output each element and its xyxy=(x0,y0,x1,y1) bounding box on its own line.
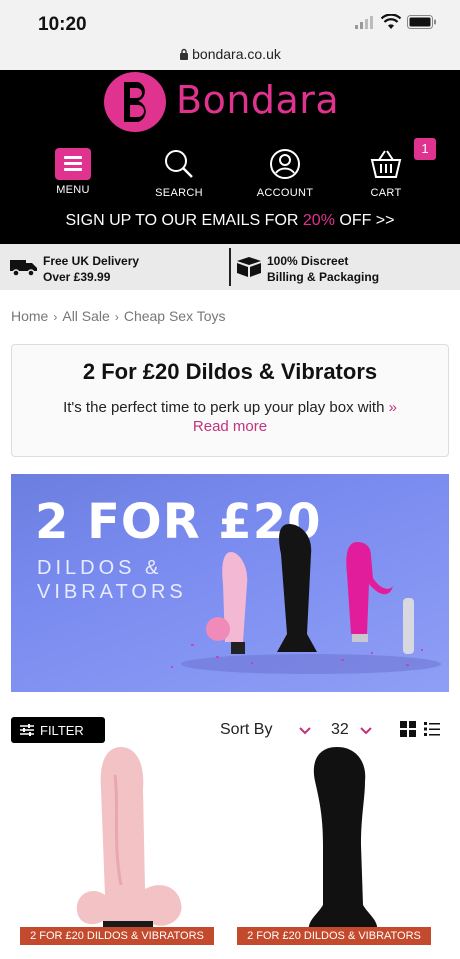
delivery-line2: Over £39.99 xyxy=(43,270,111,284)
address-bar[interactable]: bondara.co.uk xyxy=(0,44,460,70)
menu-label: MENU xyxy=(56,184,90,196)
breadcrumb: Home › All Sale › Cheap Sex Toys xyxy=(11,308,226,324)
account-label: ACCOUNT xyxy=(256,187,314,199)
brand-name[interactable]: Bondara xyxy=(176,78,339,122)
bondara-logo-icon[interactable] xyxy=(102,70,168,134)
signup-percent: 20% xyxy=(302,212,335,229)
usp-divider xyxy=(229,248,231,286)
email-signup-link[interactable]: SIGN UP TO OUR EMAILS FOR 20% OFF >> xyxy=(0,212,460,230)
wifi-icon xyxy=(381,14,401,29)
status-bar: 10:20 xyxy=(0,0,460,44)
usp-strip: Free UK Delivery Over £39.99 100% Discre… xyxy=(0,244,460,290)
chevron-right-icon: » xyxy=(388,399,397,416)
url-text: bondara.co.uk xyxy=(192,46,281,62)
grid-view-icon[interactable] xyxy=(400,721,416,737)
chevron-down-icon[interactable] xyxy=(298,723,312,737)
category-intro-box: 2 For £20 Dildos & Vibrators It's the pe… xyxy=(11,344,449,457)
discreet-line1: 100% Discreet xyxy=(267,254,349,268)
sort-by-select[interactable]: Sort By xyxy=(220,721,272,739)
read-more-link[interactable]: Read more xyxy=(12,418,448,435)
breadcrumb-home[interactable]: Home xyxy=(11,308,48,324)
cart-count-badge[interactable]: 1 xyxy=(414,138,436,160)
banner-products-image xyxy=(171,524,441,674)
intro-text: It's the perfect time to perk up your pl… xyxy=(63,399,397,416)
listing-toolbar: FILTER Sort By 32 xyxy=(0,716,460,746)
signup-text: SIGN UP TO OUR EMAILS FOR xyxy=(65,212,303,229)
breadcrumb-current: Cheap Sex Toys xyxy=(123,308,226,324)
delivery-truck-icon xyxy=(10,260,37,277)
filter-label: FILTER xyxy=(40,723,84,738)
product-offer-tag: 2 FOR £20 DILDOS & VIBRATORS xyxy=(20,927,214,945)
filter-button[interactable]: FILTER xyxy=(11,717,105,743)
sliders-icon xyxy=(20,724,34,736)
package-icon xyxy=(237,257,261,277)
chevron-down-icon[interactable] xyxy=(359,723,373,737)
menu-button[interactable]: MENU xyxy=(33,148,113,196)
signup-arrow-text: OFF >> xyxy=(334,212,395,229)
lock-icon xyxy=(180,48,189,60)
breadcrumb-all-sale[interactable]: All Sale xyxy=(62,308,109,324)
per-page-select[interactable]: 32 xyxy=(331,721,349,739)
discreet-billing-text: 100% Discreet Billing & Packaging xyxy=(267,253,379,285)
discreet-line2: Billing & Packaging xyxy=(267,270,380,284)
free-delivery-text: Free UK Delivery Over £39.99 xyxy=(43,253,139,285)
search-label: SEARCH xyxy=(155,187,203,199)
status-time: 10:20 xyxy=(38,14,87,35)
account-button[interactable]: ACCOUNT xyxy=(245,148,325,199)
site-header: Bondara MENU SEARCH ACCOUNT CART 1 SIGN … xyxy=(0,70,460,244)
signal-icon xyxy=(355,16,373,29)
hamburger-icon xyxy=(55,148,91,180)
list-view-icon[interactable] xyxy=(424,721,440,737)
delivery-line1: Free UK Delivery xyxy=(43,254,140,268)
product-offer-tag: 2 FOR £20 DILDOS & VIBRATORS xyxy=(237,927,431,945)
page-title: 2 For £20 Dildos & Vibrators xyxy=(82,359,378,384)
search-button[interactable]: SEARCH xyxy=(139,148,219,199)
cart-label: CART xyxy=(370,187,402,199)
basket-icon xyxy=(370,150,402,178)
promo-banner[interactable]: 2 FOR £20 DILDOS & VIBRATORS xyxy=(11,474,449,692)
account-icon xyxy=(270,149,300,179)
search-icon xyxy=(165,150,193,178)
battery-icon xyxy=(407,15,436,29)
